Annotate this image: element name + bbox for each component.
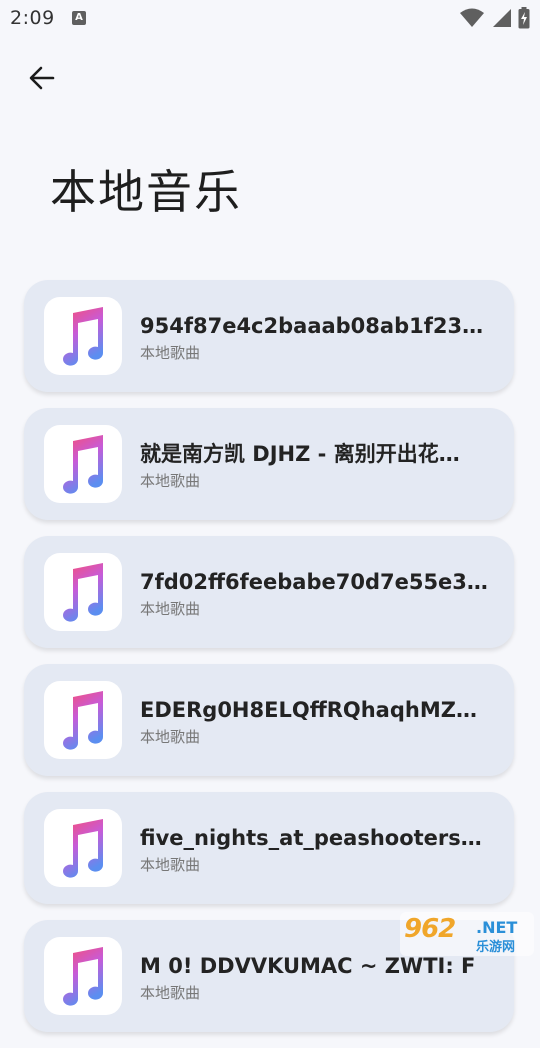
back-button[interactable] — [22, 58, 62, 98]
song-title: 954f87e4c2baaab08ab1f237… — [140, 314, 492, 338]
watermark-sub: 乐游网 — [476, 940, 516, 955]
signal-icon — [493, 9, 511, 27]
watermark-net: .NET — [476, 918, 518, 937]
song-subtitle: 本地歌曲 — [140, 984, 201, 1002]
song-title: five_nights_at_peashooters_m… — [140, 826, 492, 850]
song-icon-tile — [44, 297, 122, 375]
arrow-left-icon — [29, 66, 55, 90]
song-icon-tile — [44, 681, 122, 759]
song-item[interactable]: 就是南方凯 DJHZ - 离别开出花… 本地歌曲 — [24, 408, 514, 520]
status-icons — [460, 7, 530, 29]
status-time: 2:09 — [10, 7, 55, 29]
song-icon-tile — [44, 553, 122, 631]
status-bar: 2:09 A — [0, 0, 540, 36]
song-icon-tile — [44, 809, 122, 887]
song-title: EDERg0H8ELQffRQhaqhMZV… — [140, 698, 492, 722]
watermark-main: 962 — [404, 914, 456, 944]
song-subtitle: 本地歌曲 — [140, 856, 201, 874]
a-icon: A — [72, 11, 86, 25]
music-note-icon — [63, 819, 104, 878]
music-note-icon — [63, 947, 104, 1006]
page-title: 本地音乐 — [50, 165, 242, 219]
song-title: 就是南方凯 DJHZ - 离别开出花… — [140, 442, 460, 466]
battery-icon — [518, 7, 530, 29]
song-icon-tile — [44, 425, 122, 503]
song-icon-tile — [44, 937, 122, 1015]
song-subtitle: 本地歌曲 — [140, 472, 201, 490]
song-title: M 0! DDVVKUMAC ~ ZWTI: F — [140, 954, 476, 978]
watermark: 962 .NET 乐游网 — [400, 912, 534, 956]
song-item[interactable]: 954f87e4c2baaab08ab1f237… 本地歌曲 — [24, 280, 514, 392]
music-note-icon — [63, 435, 104, 494]
song-subtitle: 本地歌曲 — [140, 344, 201, 362]
song-subtitle: 本地歌曲 — [140, 728, 201, 746]
song-item[interactable]: 7fd02ff6feebabe70d7e55e34… 本地歌曲 — [24, 536, 514, 648]
song-subtitle: 本地歌曲 — [140, 600, 201, 618]
song-item[interactable]: five_nights_at_peashooters_m… 本地歌曲 — [24, 792, 514, 904]
wifi-icon — [460, 8, 484, 27]
music-note-icon — [63, 307, 104, 366]
song-title: 7fd02ff6feebabe70d7e55e34… — [140, 570, 492, 594]
music-note-icon — [63, 691, 104, 750]
song-item[interactable]: EDERg0H8ELQffRQhaqhMZV… 本地歌曲 — [24, 664, 514, 776]
music-note-icon — [63, 563, 104, 622]
